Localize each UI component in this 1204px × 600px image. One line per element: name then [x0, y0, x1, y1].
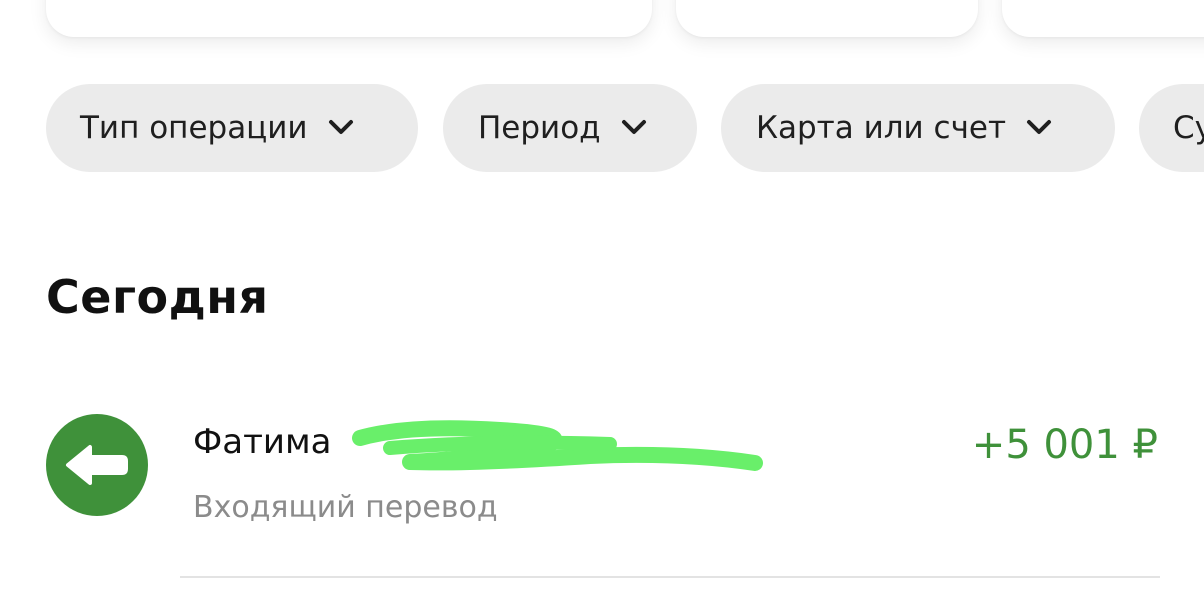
- chevron-down-icon: [328, 120, 353, 134]
- filter-operation-type[interactable]: Тип операции: [46, 84, 418, 172]
- operations-screen: Тип операции Период Карта или счет Су Се…: [0, 0, 1204, 600]
- filter-period[interactable]: Период: [443, 84, 697, 172]
- transaction-amount: +5 001 ₽: [971, 422, 1158, 468]
- filter-label: Период: [478, 110, 601, 146]
- arrow-left-icon: [66, 445, 128, 485]
- filter-label: Тип операции: [80, 110, 308, 146]
- summary-card[interactable]: [46, 0, 652, 37]
- chevron-down-icon: [621, 120, 646, 134]
- section-title-today: Сегодня: [46, 270, 269, 324]
- filter-amount[interactable]: Су: [1139, 84, 1204, 172]
- summary-card[interactable]: [676, 0, 978, 37]
- filter-chips: Тип операции Период Карта или счет Су: [0, 84, 1204, 172]
- transaction-type: Входящий перевод: [193, 490, 498, 525]
- incoming-transfer-avatar: [46, 414, 148, 516]
- redaction-scribble: [352, 420, 763, 471]
- filter-label: Су: [1173, 110, 1204, 146]
- row-divider: [180, 576, 1160, 578]
- chevron-down-icon: [1027, 120, 1052, 134]
- summary-card[interactable]: [1002, 0, 1204, 37]
- transaction-sender-name: Фатима: [193, 422, 332, 462]
- filter-label: Карта или счет: [756, 110, 1007, 146]
- filter-card-or-account[interactable]: Карта или счет: [721, 84, 1115, 172]
